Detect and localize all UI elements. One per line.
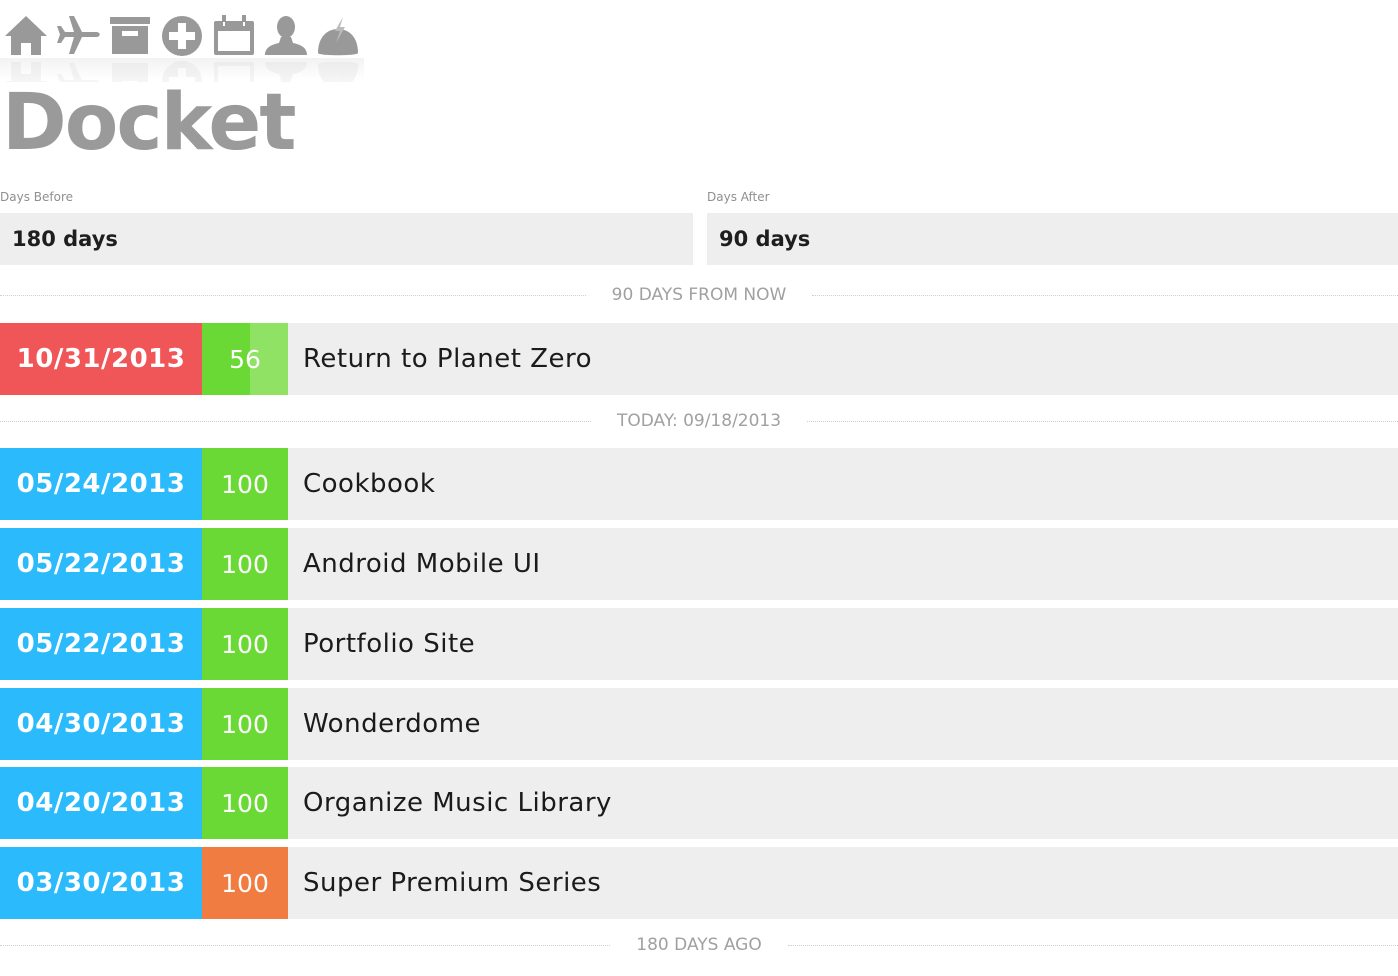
- nav-icon-reflection: [0, 60, 364, 82]
- nav-add-button-reflection: [156, 60, 208, 82]
- calendar-icon: [214, 15, 254, 55]
- divider-line: [0, 420, 591, 422]
- nav-user-button-reflection: [260, 60, 312, 82]
- task-row[interactable]: 04/30/2013 100 Wonderdome: [0, 688, 1398, 760]
- task-title: Cookbook: [288, 448, 1398, 520]
- divider-line: [0, 294, 586, 296]
- task-due-date: 03/30/2013: [0, 847, 202, 919]
- task-due-date: 05/22/2013: [0, 608, 202, 680]
- today-divider: TODAY: 09/18/2013: [0, 411, 1398, 431]
- task-row[interactable]: 05/24/2013 100 Cookbook: [0, 448, 1398, 520]
- task-title: Wonderdome: [288, 688, 1398, 760]
- task-row[interactable]: 04/20/2013 100 Organize Music Library: [0, 767, 1398, 839]
- task-title: Organize Music Library: [288, 767, 1398, 839]
- task-progress: 100: [202, 847, 288, 919]
- task-row[interactable]: 05/22/2013 100 Portfolio Site: [0, 608, 1398, 680]
- task-due-date: 04/20/2013: [0, 767, 202, 839]
- future-divider-label: 90 DAYS FROM NOW: [611, 285, 787, 305]
- divider-line: [0, 944, 611, 946]
- nav-archive-button[interactable]: [104, 12, 156, 58]
- task-title: Return to Planet Zero: [288, 323, 1398, 395]
- divider-line: [812, 294, 1398, 296]
- nav-alerts-button-reflection: [312, 60, 364, 82]
- task-progress-value: 100: [221, 469, 269, 499]
- home-icon: [5, 16, 47, 55]
- user-icon: [265, 16, 307, 55]
- task-progress: 100: [202, 528, 288, 600]
- task-progress: 100: [202, 608, 288, 680]
- nav-travel-button[interactable]: [52, 12, 104, 58]
- add-icon: [162, 16, 202, 56]
- nav-home-button[interactable]: [0, 12, 52, 58]
- archive-icon-reflection: [112, 63, 148, 82]
- task-due-date: 04/30/2013: [0, 688, 202, 760]
- task-progress-value: 100: [221, 788, 269, 818]
- task-progress: 100: [202, 448, 288, 520]
- task-progress: 100: [202, 767, 288, 839]
- top-nav: [0, 12, 364, 58]
- page-title: Docket: [2, 78, 297, 168]
- nav-user-button[interactable]: [260, 12, 312, 58]
- days-after-label: Days After: [707, 190, 770, 204]
- task-progress-value: 100: [221, 629, 269, 659]
- nav-add-button[interactable]: [156, 12, 208, 58]
- task-progress-value: 100: [221, 868, 269, 898]
- task-row[interactable]: 05/22/2013 100 Android Mobile UI: [0, 528, 1398, 600]
- alert-dome-icon: [318, 17, 358, 56]
- archive-icon: [110, 17, 150, 54]
- nav-archive-button-reflection: [104, 60, 156, 82]
- task-title: Android Mobile UI: [288, 528, 1398, 600]
- future-divider: 90 DAYS FROM NOW: [0, 285, 1398, 305]
- airplane-icon: [57, 16, 100, 54]
- today-divider-label: TODAY: 09/18/2013: [616, 411, 782, 431]
- divider-line: [807, 420, 1398, 422]
- nav-home-button-reflection: [0, 60, 52, 82]
- task-progress-value: 56: [229, 344, 261, 374]
- user-icon-reflection: [265, 62, 307, 82]
- task-row-upcoming[interactable]: 10/31/2013 56 Return to Planet Zero: [0, 323, 1398, 395]
- task-due-date: 05/22/2013: [0, 528, 202, 600]
- nav-alerts-button[interactable]: [312, 12, 364, 58]
- task-progress: 56: [202, 323, 288, 395]
- days-before-label: Days Before: [0, 190, 73, 204]
- task-due-date: 05/24/2013: [0, 448, 202, 520]
- calendar-icon-reflection: [214, 62, 254, 82]
- past-divider: 180 DAYS AGO: [0, 935, 1398, 955]
- task-progress-value: 100: [221, 709, 269, 739]
- alert-dome-icon-reflection: [318, 61, 358, 82]
- nav-calendar-button-reflection: [208, 60, 260, 82]
- past-divider-label: 180 DAYS AGO: [636, 935, 762, 955]
- divider-line: [787, 944, 1398, 946]
- task-due-date: 10/31/2013: [0, 323, 202, 395]
- nav-calendar-button[interactable]: [208, 12, 260, 58]
- airplane-icon-reflection: [57, 63, 100, 82]
- task-progress-value: 100: [221, 549, 269, 579]
- add-icon-reflection: [162, 61, 202, 82]
- days-after-input[interactable]: [707, 213, 1398, 265]
- days-before-input[interactable]: [0, 213, 693, 265]
- task-title: Super Premium Series: [288, 847, 1398, 919]
- task-row[interactable]: 03/30/2013 100 Super Premium Series: [0, 847, 1398, 919]
- home-icon-reflection: [5, 62, 47, 82]
- nav-travel-button-reflection: [52, 60, 104, 82]
- task-title: Portfolio Site: [288, 608, 1398, 680]
- task-progress: 100: [202, 688, 288, 760]
